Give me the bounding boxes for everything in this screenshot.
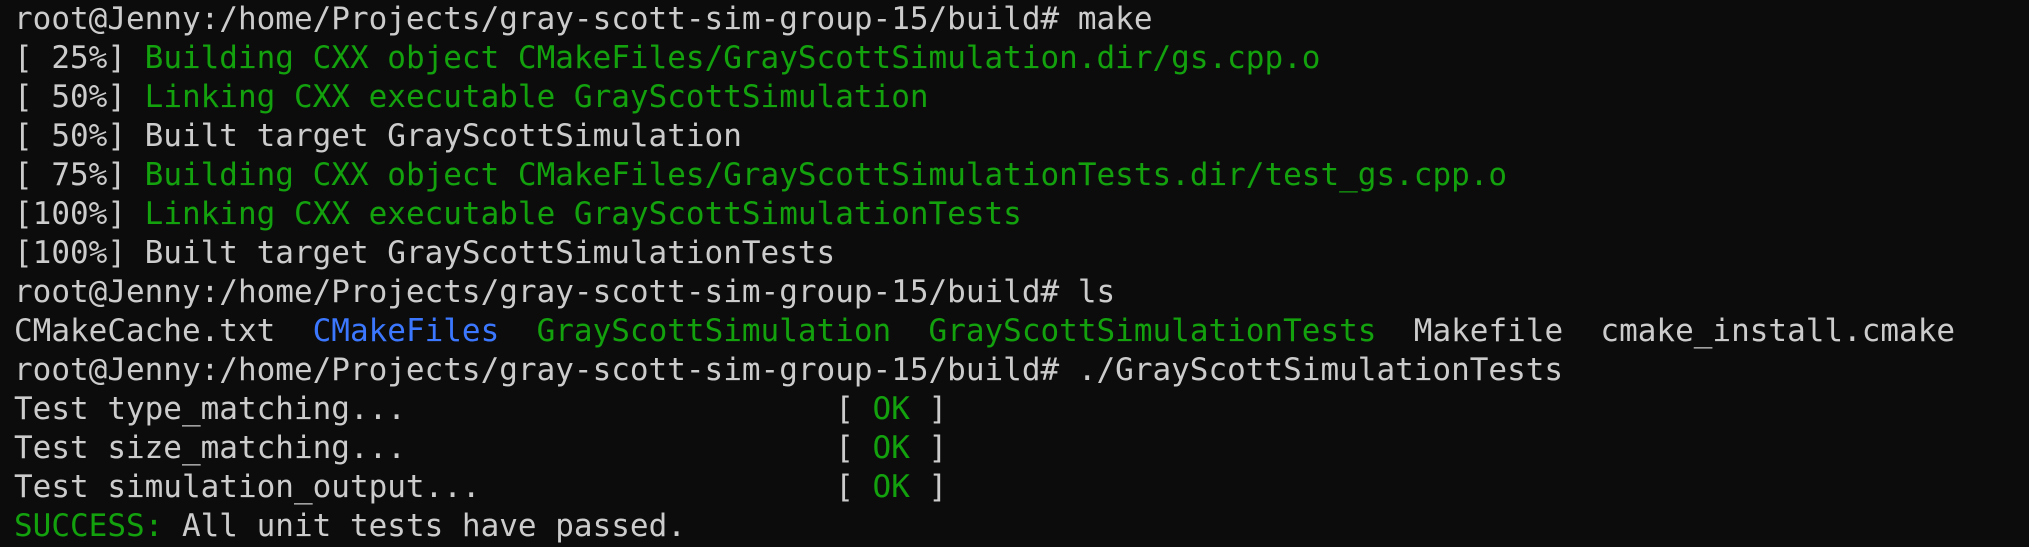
terminal-text-segment: [ 50%] [14,79,145,115]
terminal-text-segment: OK [872,391,910,427]
terminal-line-test-result: Test size_matching... [ OK ] [14,429,2029,468]
terminal-line-prompt: root@Jenny:/home/Projects/gray-scott-sim… [14,351,2029,390]
terminal-text-segment: Test type_matching... [ [14,391,873,427]
terminal-text-segment: ] [909,391,948,427]
terminal-text-segment: Linking CXX executable GrayScottSimulati… [144,79,929,115]
terminal-line-build-step: [ 75%] Building CXX object CMakeFiles/Gr… [14,156,2029,195]
terminal-text-segment: Building CXX object CMakeFiles/GrayScott… [144,157,1508,193]
terminal-text-segment: ] [909,469,948,505]
terminal-line-test-result: Test type_matching... [ OK ] [14,390,2029,429]
terminal-line-build-step: [100%] Built target GrayScottSimulationT… [14,234,2029,273]
terminal-line-test-result: Test simulation_output... [ OK ] [14,468,2029,507]
terminal-line-ls-output: CMakeCache.txt CMakeFiles GrayScottSimul… [14,312,2029,351]
terminal-text-segment: GrayScottSimulationTests [928,313,1377,349]
terminal-text-segment: root@Jenny:/home/Projects/gray-scott-sim… [14,274,1116,310]
terminal-text-segment: GrayScottSimulation [536,313,892,349]
terminal-line-build-step: [ 25%] Building CXX object CMakeFiles/Gr… [14,39,2029,78]
terminal-text-segment: Test simulation_output... [ [14,469,873,505]
terminal-text-segment: OK [872,469,910,505]
terminal-text-segment: [ 75%] [14,157,145,193]
terminal-line-prompt: root@Jenny:/home/Projects/gray-scott-sim… [14,273,2029,312]
terminal-text-segment: Building CXX object CMakeFiles/GrayScott… [144,40,1321,76]
terminal-text-segment: root@Jenny:/home/Projects/gray-scott-sim… [14,1,1153,37]
terminal-line-summary: SUCCESS: All unit tests have passed. [14,507,2029,546]
terminal-text-segment: Linking CXX executable GrayScottSimulati… [144,196,1022,232]
terminal-text-segment: root@Jenny:/home/Projects/gray-scott-sim… [14,352,1564,388]
terminal-line-build-step: [ 50%] Built target GrayScottSimulation [14,117,2029,156]
terminal-text-segment: Makefile cmake_install.cmake [1376,313,1956,349]
terminal-text-segment: CMakeCache.txt [14,313,313,349]
terminal-line-build-step: [ 50%] Linking CXX executable GrayScottS… [14,78,2029,117]
terminal-text-segment: SUCCESS: [14,508,164,544]
terminal-text-segment: OK [872,430,910,466]
terminal-text-segment: CMakeFiles [312,313,500,349]
terminal-line-build-step: [100%] Linking CXX executable GrayScottS… [14,195,2029,234]
terminal-text-segment: Test size_matching... [ [14,430,873,466]
terminal-text-segment: ] [909,430,948,466]
terminal-text-segment: [100%] Built target GrayScottSimulationT… [14,235,836,271]
terminal-output[interactable]: root@Jenny:/home/Projects/gray-scott-sim… [0,0,2029,547]
terminal-text-segment: [ 50%] Built target GrayScottSimulation [14,118,742,154]
terminal-line-prompt: root@Jenny:/home/Projects/gray-scott-sim… [14,0,2029,39]
terminal-text-segment: [ 25%] [14,40,145,76]
terminal-text-segment: All unit tests have passed. [163,508,686,544]
terminal-text-segment: [100%] [14,196,145,232]
